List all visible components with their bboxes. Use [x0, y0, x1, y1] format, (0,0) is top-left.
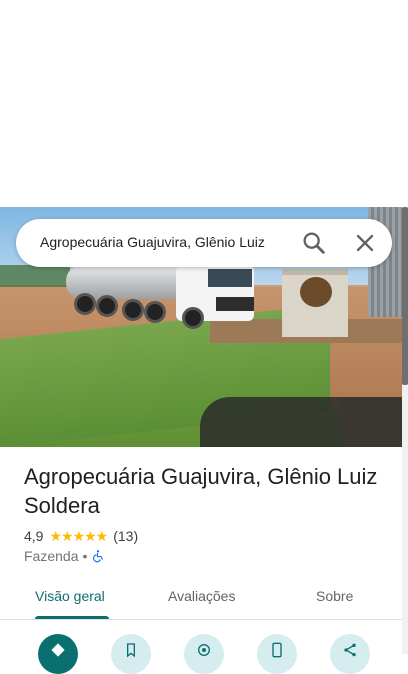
close-icon — [356, 234, 374, 252]
directions-button[interactable] — [38, 634, 78, 674]
send-to-phone-icon — [272, 642, 282, 658]
rating-stars: ★★★★★ — [49, 527, 108, 544]
photo-hut-window — [300, 277, 332, 307]
scrollbar-thumb[interactable] — [402, 207, 408, 385]
search-icon — [303, 232, 325, 254]
nearby-button[interactable] — [184, 634, 224, 674]
photo-truck-wheel — [122, 299, 144, 321]
photo-truck-wheel — [96, 295, 118, 317]
rating-row[interactable]: 4,9 ★★★★★ (13) — [24, 527, 138, 545]
separator-dot: • — [82, 548, 88, 564]
search-bar[interactable]: Agropecuária Guajuvira, Glênio Luiz — [16, 219, 392, 267]
nearby-icon — [198, 644, 210, 656]
photo-wall — [340, 397, 402, 447]
tabs-divider — [0, 619, 402, 620]
tab-visao-geral[interactable]: Visão geral — [35, 588, 105, 604]
search-button[interactable] — [300, 229, 328, 257]
review-count[interactable]: (13) — [113, 528, 138, 544]
category-row: Fazenda • — [24, 548, 105, 564]
photo-truck-wheel — [182, 307, 204, 329]
tab-sobre[interactable]: Sobre — [316, 588, 353, 604]
photo-truck-grill — [216, 297, 254, 311]
save-bookmark-icon — [127, 643, 135, 658]
place-title: Agropecuária Guajuvira, Glênio Luiz Sold… — [24, 464, 378, 518]
photo-truck-windshield — [208, 269, 252, 287]
share-button[interactable] — [330, 634, 370, 674]
directions-icon — [51, 643, 65, 657]
photo-truck-wheel — [144, 301, 166, 323]
rating-value: 4,9 — [24, 528, 44, 544]
close-button[interactable] — [351, 229, 379, 257]
send-to-phone-button[interactable] — [257, 634, 297, 674]
share-icon — [344, 643, 356, 657]
tab-avaliacoes[interactable]: Avaliações — [168, 588, 235, 604]
wheelchair-icon — [93, 550, 104, 563]
save-button[interactable] — [111, 634, 151, 674]
tab-bar: Visão geral Avaliações Sobre — [0, 576, 402, 620]
blank-area — [0, 0, 408, 207]
place-category: Fazenda — [24, 548, 79, 564]
photo-truck-wheel — [74, 293, 96, 315]
search-input[interactable]: Agropecuária Guajuvira, Glênio Luiz — [40, 234, 290, 250]
